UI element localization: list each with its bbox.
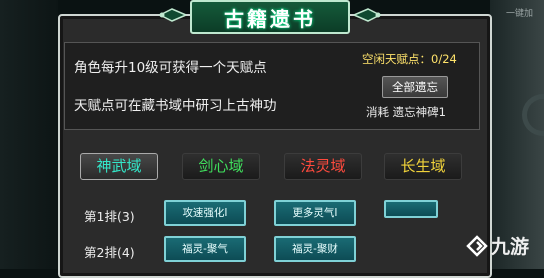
skill-slot-row1-3[interactable]: [384, 200, 438, 218]
tab-jianxin-domain[interactable]: 剑心域: [182, 153, 260, 180]
talent-info-line-1: 角色每升10级可获得一个天赋点: [74, 60, 267, 76]
watermark: 九游: [466, 232, 529, 259]
reset-cost: 消耗 遗忘神碑1: [366, 105, 446, 119]
watermark-text: 九游: [491, 236, 530, 258]
tab-shenwu-domain[interactable]: 神武域: [80, 153, 158, 180]
skill-more-qi-1[interactable]: 更多灵气I: [274, 200, 356, 226]
title-ornament-right-icon: [354, 8, 382, 22]
one-click-hint[interactable]: 一键加: [506, 6, 533, 19]
tab-faling-domain[interactable]: 法灵域: [284, 153, 362, 180]
free-talent-points: 空闲天赋点：0/24: [362, 52, 457, 66]
nine-game-logo-icon: [466, 234, 488, 257]
panel-title: 古籍遗书: [224, 6, 316, 31]
skill-attack-speed-1[interactable]: 攻速强化I: [164, 200, 246, 226]
title-ornament-left-icon: [158, 8, 186, 22]
talent-info-line-2: 天赋点可在藏书域中研习上古神功: [74, 98, 277, 114]
skill-fuling-jucai[interactable]: 福灵-聚财: [274, 236, 356, 262]
tab-changsheng-domain[interactable]: 长生域: [384, 153, 462, 180]
background-left: [0, 0, 58, 269]
row-2-label: 第2排(4): [84, 245, 135, 260]
skill-fuling-juqi[interactable]: 福灵-聚气: [164, 236, 246, 262]
reset-all-button[interactable]: 全部遗忘: [382, 76, 448, 98]
row-1-label: 第1排(3): [84, 209, 135, 224]
panel-title-plate: 古籍遗书: [190, 0, 350, 34]
